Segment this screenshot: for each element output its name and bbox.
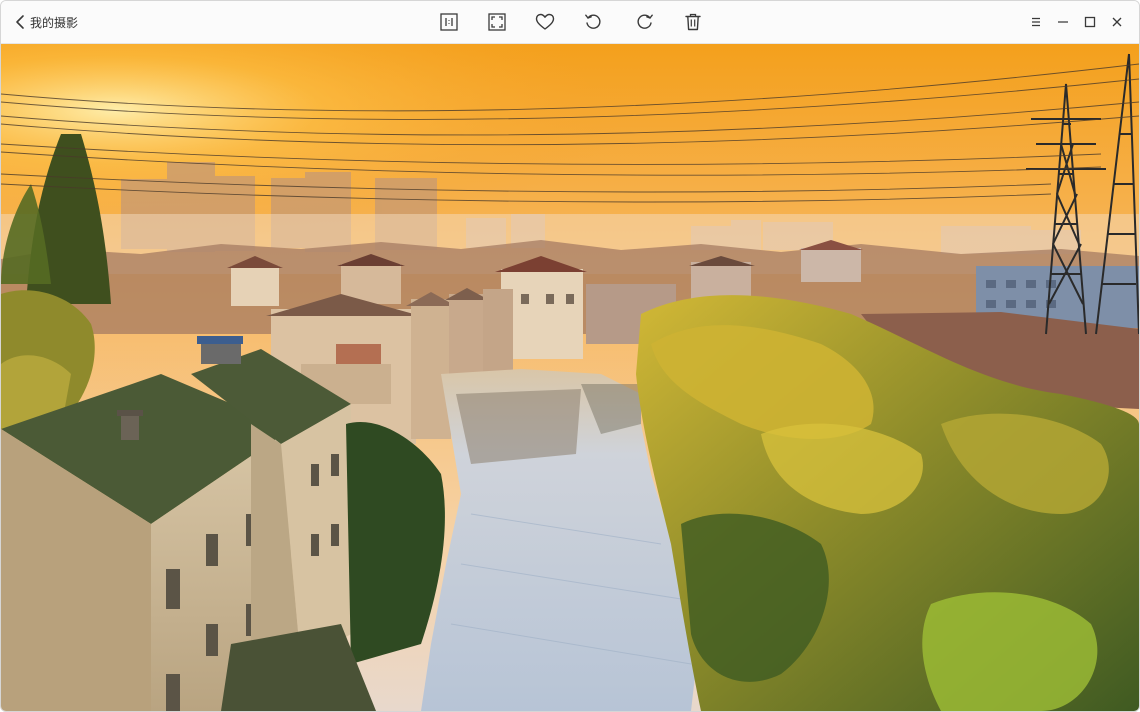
chevron-left-icon — [16, 15, 24, 29]
fit-screen-icon — [488, 13, 506, 31]
rotate-left-icon — [585, 14, 601, 29]
favorite-button[interactable] — [533, 10, 557, 34]
back-button[interactable]: 我的摄影 — [15, 12, 78, 32]
rotate-right-button[interactable] — [633, 10, 657, 34]
maximize-icon — [1084, 16, 1096, 28]
image-viewer-window: 我的摄影 — [0, 0, 1140, 712]
back-label: 我的摄影 — [30, 15, 79, 30]
close-icon — [1112, 17, 1122, 27]
title-bar: 我的摄影 — [1, 1, 1139, 44]
minimize-icon — [1058, 21, 1068, 23]
rotate-right-icon — [637, 14, 653, 29]
close-button[interactable] — [1107, 12, 1127, 32]
favorite-heart-icon — [535, 13, 555, 30]
photo-canvas[interactable] — [1, 44, 1139, 711]
landscape-photo — [1, 44, 1139, 711]
fit-screen-button[interactable] — [485, 10, 509, 34]
actual-size-icon — [440, 13, 458, 31]
rotate-left-button[interactable] — [581, 10, 605, 34]
trash-icon — [685, 13, 701, 31]
menu-icon — [1032, 17, 1040, 27]
delete-button[interactable] — [681, 10, 705, 34]
minimize-button[interactable] — [1053, 12, 1073, 32]
maximize-button[interactable] — [1080, 12, 1100, 32]
actual-size-button[interactable] — [437, 10, 461, 34]
menu-button[interactable] — [1026, 12, 1046, 32]
